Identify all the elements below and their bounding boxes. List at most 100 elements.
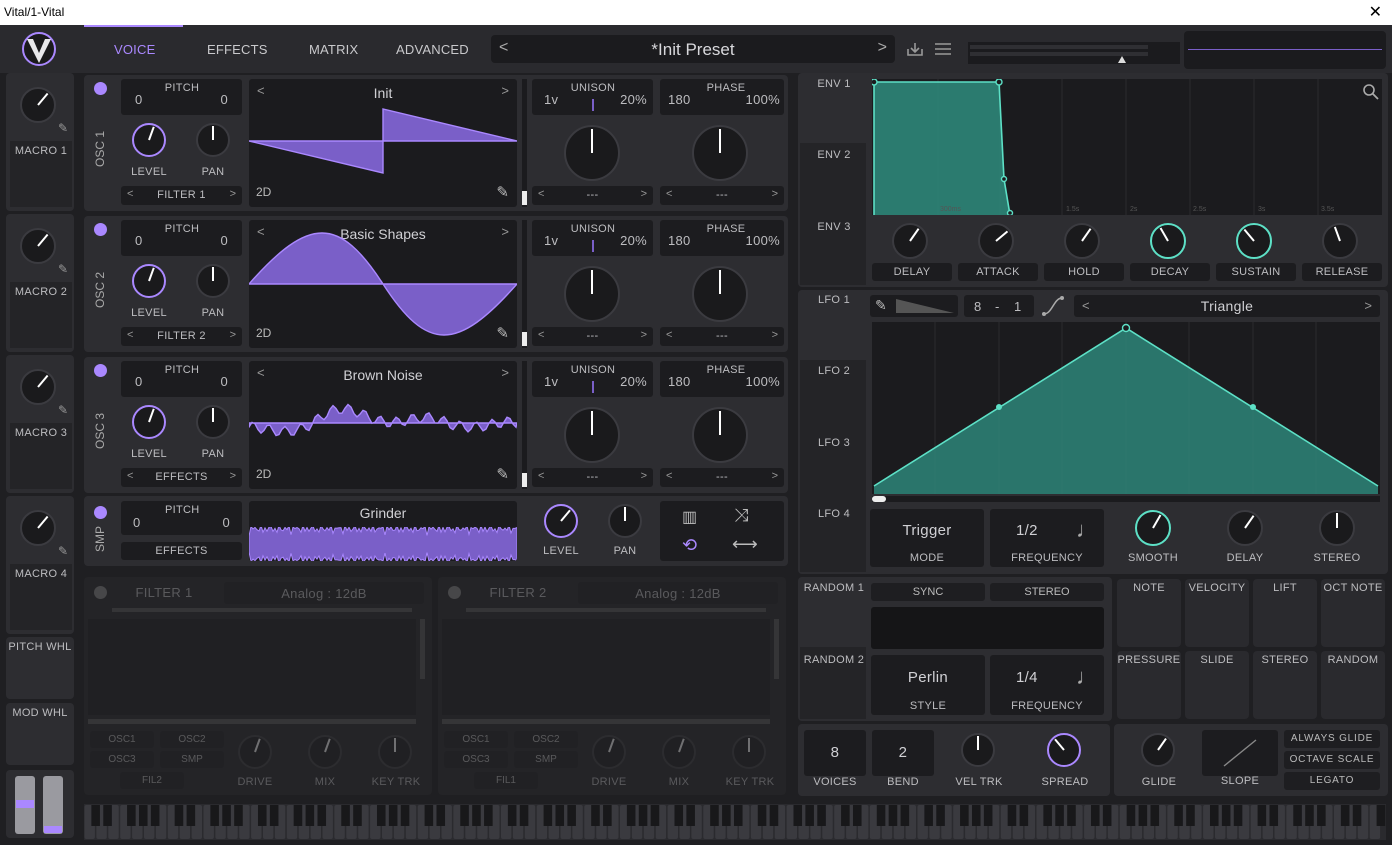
wave-frame-handle[interactable] — [522, 473, 527, 487]
osc-pitch-right[interactable]: 0 — [220, 92, 228, 107]
osc-phase-knob[interactable] — [692, 266, 748, 322]
select-prev[interactable]: < — [538, 470, 544, 482]
unison-detune[interactable]: 20% — [620, 374, 647, 389]
filter-blend-slider[interactable] — [466, 608, 766, 612]
osc-unison-knob[interactable] — [564, 125, 620, 181]
filter-drive-knob[interactable] — [238, 735, 272, 769]
edit-pencil-icon[interactable]: ✎ — [496, 465, 509, 483]
lfo-tab-2[interactable]: LFO 2 — [804, 365, 864, 377]
pitch-wheel[interactable] — [15, 776, 35, 834]
smp-pan-knob[interactable] — [608, 504, 642, 538]
edit-pencil-icon[interactable]: ✎ — [496, 324, 509, 342]
random-frequency-value[interactable]: 1/4 — [1016, 669, 1038, 686]
edit-pencil-icon[interactable]: ✎ — [58, 403, 68, 417]
osc-pan-knob[interactable] — [196, 264, 230, 298]
unison-voices[interactable]: 1v — [544, 92, 558, 107]
glide-knob[interactable] — [1141, 733, 1175, 767]
tab-matrix[interactable]: MATRIX — [309, 42, 358, 57]
edit-pencil-icon[interactable]: ✎ — [58, 544, 68, 558]
filter-source-osc3[interactable]: OSC3 — [90, 751, 154, 768]
lfo-shape-next[interactable]: > — [1364, 298, 1372, 313]
filter-drive-knob[interactable] — [592, 735, 626, 769]
env-tab-3[interactable]: ENV 3 — [804, 221, 864, 233]
select-prev[interactable]: < — [538, 329, 544, 341]
lfo-delay-knob[interactable] — [1227, 510, 1263, 546]
filter-blend-slider[interactable] — [112, 608, 412, 612]
filter-type[interactable]: Analog : 12dB — [224, 586, 424, 601]
phase-random[interactable]: 100% — [746, 92, 780, 107]
osc-level-knob[interactable] — [132, 405, 166, 439]
slope-box[interactable] — [1202, 730, 1278, 776]
voices-value[interactable]: 8 — [804, 744, 866, 761]
lfo-tab-3[interactable]: LFO 3 — [804, 437, 864, 449]
filter-response-graph[interactable] — [442, 619, 770, 715]
filter-enable-toggle[interactable] — [448, 586, 461, 599]
filter-source-osc1[interactable]: OSC1 — [444, 731, 508, 748]
keyboard[interactable] — [84, 804, 1386, 840]
osc-pitch-left[interactable]: 0 — [135, 233, 143, 248]
osc-dest-select-a[interactable]: --- < > — [532, 468, 653, 487]
note-icon[interactable]: ♩ — [1076, 517, 1098, 543]
loop-icon[interactable]: ⟲ — [682, 535, 697, 556]
wave-frame-handle[interactable] — [522, 332, 527, 346]
mod-source-pressure[interactable]: PRESSURE — [1117, 651, 1181, 719]
env-decay-knob[interactable] — [1150, 223, 1186, 259]
filter-horizontal-slider[interactable] — [442, 719, 770, 724]
osc-level-knob[interactable] — [132, 123, 166, 157]
random-phase-icon[interactable]: ⤨ — [734, 505, 748, 526]
osc-pitch-right[interactable]: 0 — [220, 233, 228, 248]
mod-source-slide[interactable]: SLIDE — [1185, 651, 1249, 719]
preset-name[interactable]: *Init Preset — [491, 40, 895, 60]
filter-vertical-slider[interactable] — [774, 619, 779, 679]
volume-meter[interactable] — [968, 42, 1180, 64]
edit-pencil-icon[interactable]: ✎ — [58, 121, 68, 135]
unison-voices[interactable]: 1v — [544, 374, 558, 389]
select-next[interactable]: > — [772, 470, 778, 482]
unison-box[interactable]: UNISON 1v 20% — [532, 361, 653, 397]
mod-source-lift[interactable]: LIFT — [1253, 579, 1317, 647]
lfo-tab-1[interactable]: LFO 1 — [804, 294, 864, 306]
phase-random[interactable]: 100% — [746, 233, 780, 248]
lfo-tab-4[interactable]: LFO 4 — [804, 508, 864, 520]
menu-icon[interactable] — [934, 42, 952, 56]
osc-route-select[interactable]: FILTER 1 < > — [121, 186, 242, 205]
route-prev[interactable]: < — [127, 329, 133, 341]
filter-source-smp[interactable]: SMP — [514, 751, 578, 768]
filter-enable-toggle[interactable] — [94, 586, 107, 599]
lfo-smooth-knob[interactable] — [1135, 510, 1171, 546]
lfo-rate-box[interactable]: 8 - 1 — [964, 295, 1034, 317]
filter-type[interactable]: Analog : 12dB — [578, 586, 778, 601]
filter-keytrk-knob[interactable] — [378, 735, 412, 769]
mod-source-note[interactable]: NOTE — [1117, 579, 1181, 647]
mod-source-velocity[interactable]: VELOCITY — [1185, 579, 1249, 647]
random-tab-2[interactable]: RANDOM 2 — [802, 654, 866, 666]
wavetable-mode[interactable]: 2D — [256, 326, 271, 340]
wavetable-view[interactable]: Brown Noise < >2D ✎ — [249, 361, 517, 489]
save-icon[interactable] — [906, 41, 924, 57]
random-tab-1[interactable]: RANDOM 1 — [802, 582, 866, 594]
wavetable-mode[interactable]: 2D — [256, 467, 271, 481]
close-icon[interactable]: ✕ — [1369, 2, 1382, 22]
zoom-icon[interactable] — [1362, 83, 1380, 101]
filter-mix-knob[interactable] — [308, 735, 342, 769]
unison-box[interactable]: UNISON 1v 20% — [532, 79, 653, 115]
smp-pitch-box[interactable]: PITCH 0 0 — [121, 501, 242, 535]
phase-value[interactable]: 180 — [668, 233, 691, 248]
tab-advanced[interactable]: ADVANCED — [396, 42, 469, 57]
preset-selector[interactable]: < *Init Preset > — [491, 35, 895, 63]
lfo-frequency-value[interactable]: 1/2 — [1016, 522, 1038, 539]
route-prev[interactable]: < — [127, 470, 133, 482]
filter-source-fil1[interactable]: FIL1 — [474, 772, 538, 789]
filter-source-osc2[interactable]: OSC2 — [514, 731, 578, 748]
lfo-shape-select[interactable]: < Triangle > — [1074, 295, 1380, 317]
smp-pitch-left[interactable]: 0 — [133, 515, 141, 530]
wavetable-view[interactable]: Init < >2D ✎ — [249, 79, 517, 207]
filter-source-fil2[interactable]: FIL2 — [120, 772, 184, 789]
env-tab-1[interactable]: ENV 1 — [804, 78, 864, 90]
osc-pitch-box[interactable]: PITCH 0 0 — [121, 361, 242, 397]
select-prev[interactable]: < — [666, 188, 672, 200]
select-prev[interactable]: < — [666, 329, 672, 341]
osc-pan-knob[interactable] — [196, 405, 230, 439]
smp-sample-view[interactable]: Grinder — [249, 501, 517, 561]
select-prev[interactable]: < — [666, 470, 672, 482]
